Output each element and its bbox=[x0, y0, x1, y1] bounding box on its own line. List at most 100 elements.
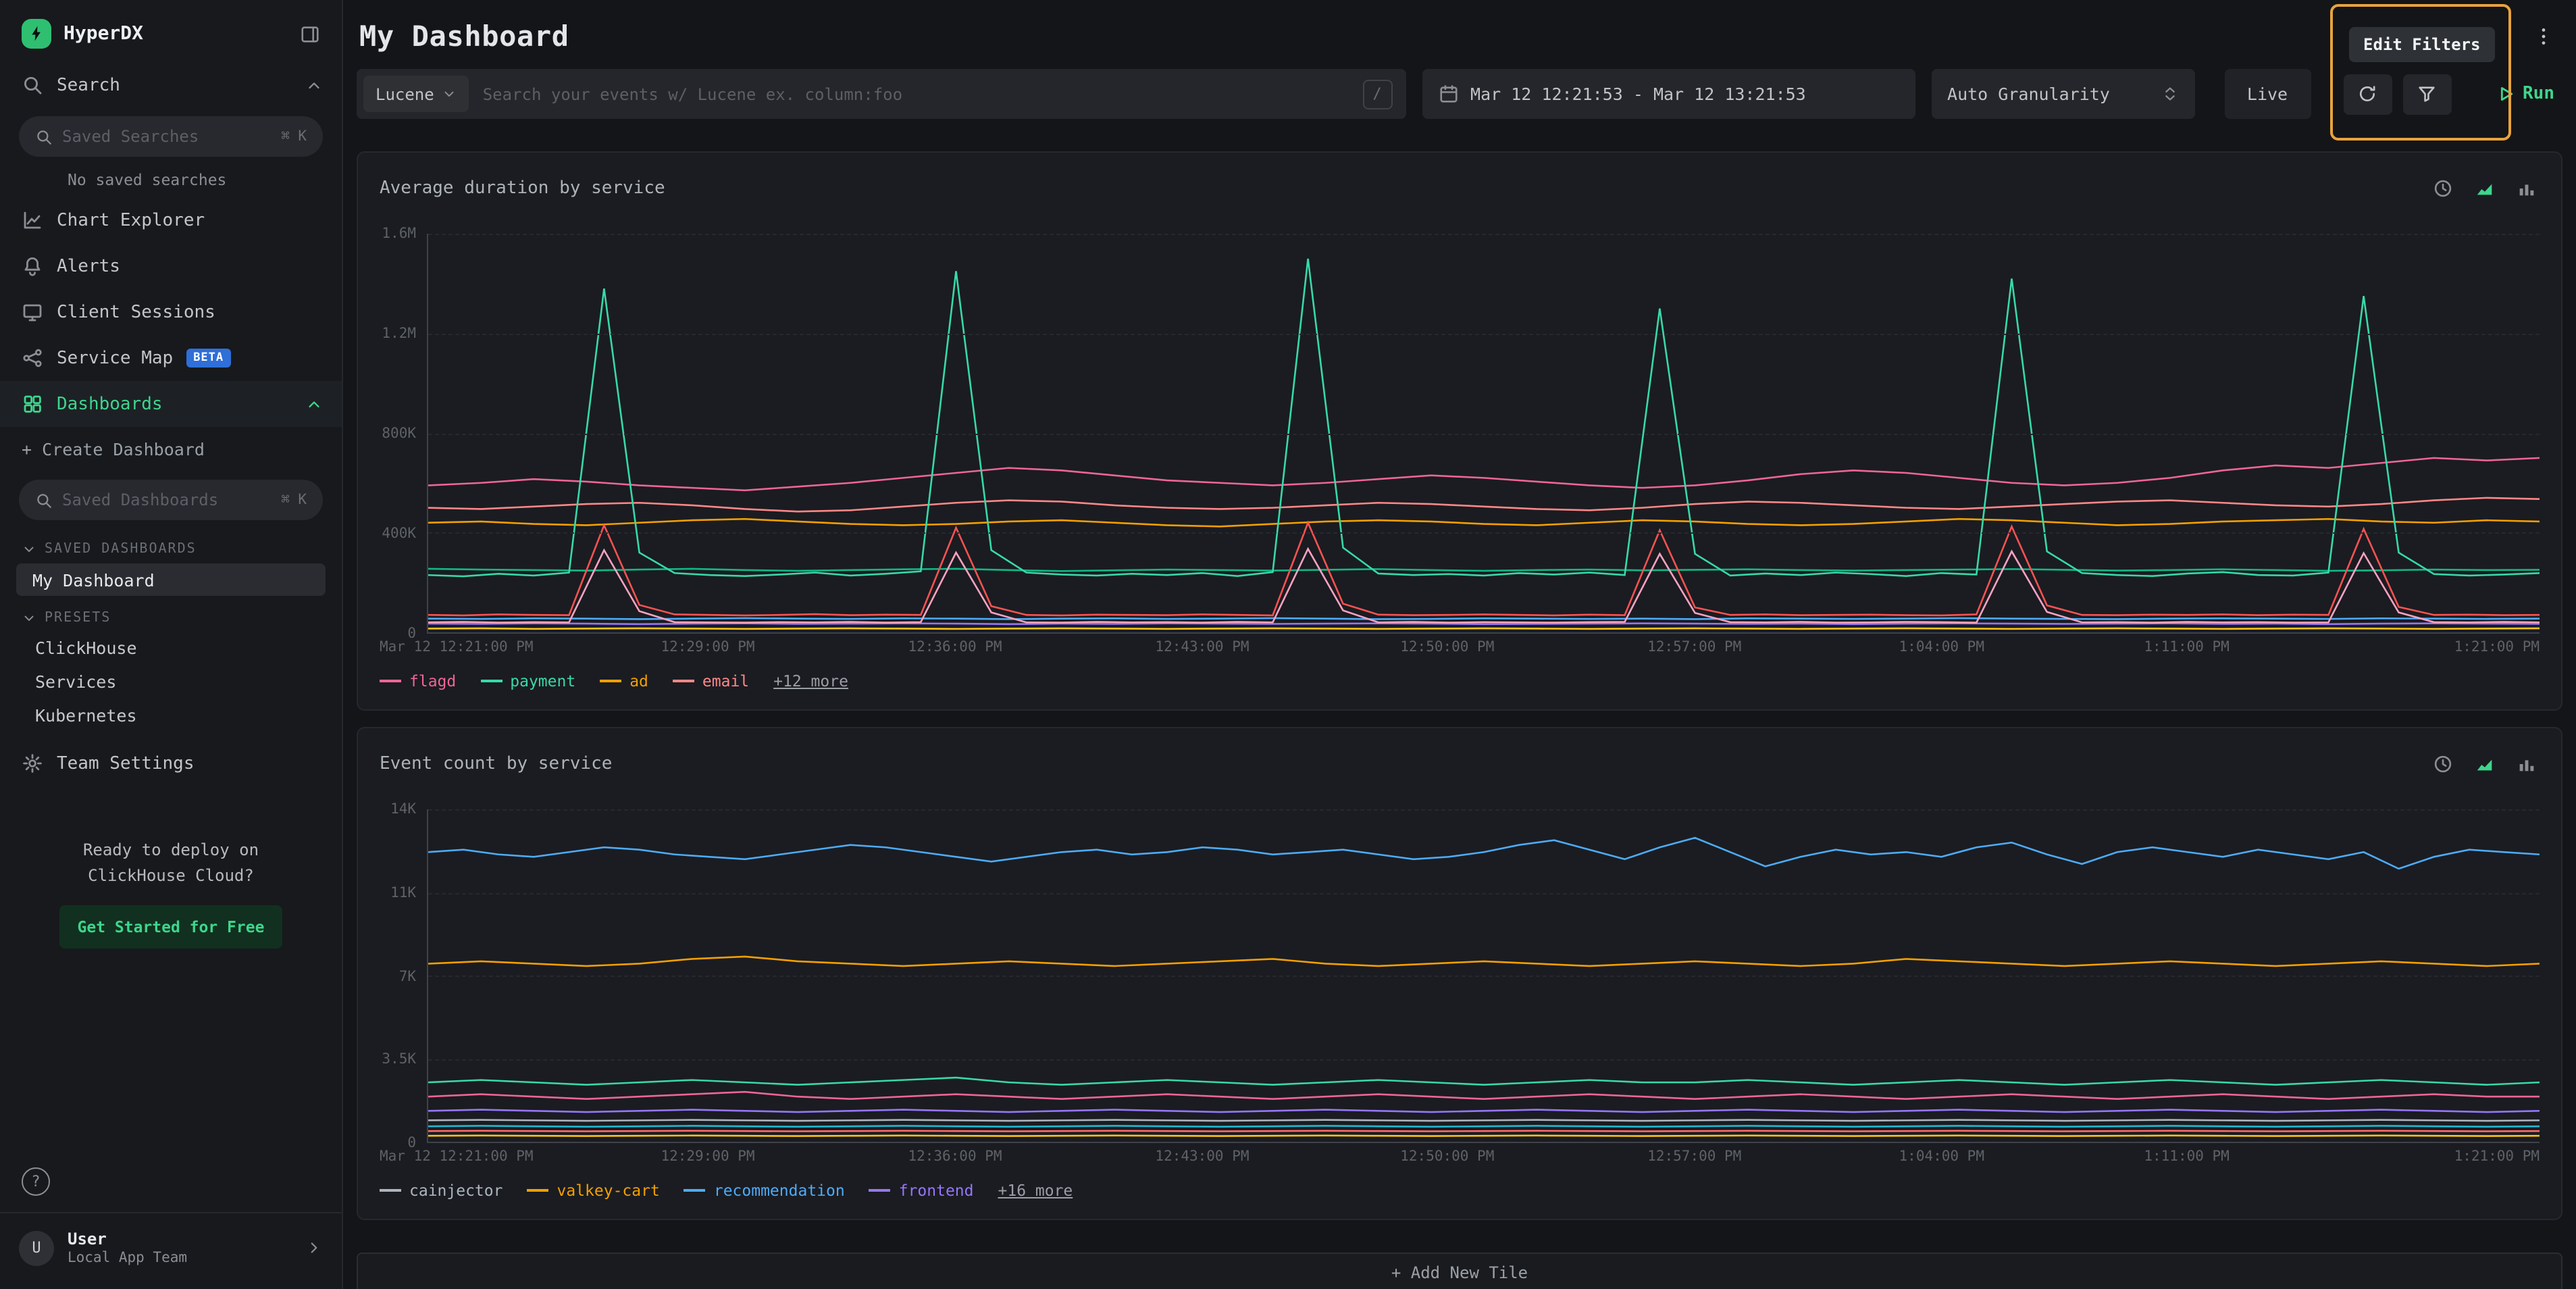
series-line-valkey-cart bbox=[428, 957, 2540, 966]
chevron-down-icon bbox=[22, 542, 36, 557]
sidebar-item-chart-explorer[interactable]: Chart Explorer bbox=[0, 197, 342, 243]
sidebar-item-clickhouse[interactable]: ClickHouse bbox=[0, 631, 342, 665]
page-title: My Dashboard bbox=[359, 20, 569, 53]
sidebar-item-team-settings[interactable]: Team Settings bbox=[0, 740, 342, 786]
sidebar-item-client-sessions[interactable]: Client Sessions bbox=[0, 289, 342, 335]
sidebar-collapse-button[interactable] bbox=[297, 21, 323, 47]
x-tick-label: 12:29:00 PM bbox=[661, 639, 754, 655]
saved-searches-placeholder: Saved Searches bbox=[62, 127, 272, 146]
x-axis: Mar 12 12:21:00 PM12:29:00 PM12:36:00 PM… bbox=[427, 639, 2540, 661]
language-label: Lucene bbox=[376, 84, 434, 103]
x-tick-label: 12:36:00 PM bbox=[908, 1148, 1002, 1165]
legend-swatch bbox=[380, 1189, 401, 1192]
sidebar-item-service-map[interactable]: Service Map BETA bbox=[0, 335, 342, 381]
legend-more-link[interactable]: +12 more bbox=[773, 672, 848, 690]
sidebar-item-search[interactable]: Search bbox=[0, 62, 342, 108]
y-tick-label: 400K bbox=[382, 526, 416, 542]
legend-item-email[interactable]: email bbox=[673, 672, 749, 690]
series-line-ad bbox=[428, 519, 2540, 526]
query-input[interactable]: Lucene Search your events w/ Lucene ex. … bbox=[357, 69, 1406, 119]
query-placeholder: Search your events w/ Lucene ex. column:… bbox=[483, 84, 1349, 103]
chart-explorer-icon bbox=[22, 209, 43, 231]
x-tick-label: Mar 12 12:21:00 PM bbox=[380, 639, 534, 655]
sidebar-item-alerts[interactable]: Alerts bbox=[0, 243, 342, 289]
legend-item-flagd[interactable]: flagd bbox=[380, 672, 456, 690]
tooltip-text: Edit Filters bbox=[2363, 34, 2480, 53]
user-team: Local App Team bbox=[68, 1250, 292, 1267]
bar-chart-toggle-button[interactable] bbox=[2514, 751, 2540, 776]
create-dashboard-button[interactable]: + Create Dashboard bbox=[0, 427, 342, 472]
legend-swatch bbox=[480, 680, 502, 682]
more-menu-button[interactable] bbox=[2527, 20, 2560, 53]
chart-plot-area[interactable] bbox=[427, 234, 2540, 634]
sidebar-item-label: Chart Explorer bbox=[57, 210, 205, 230]
x-tick-label: Mar 12 12:21:00 PM bbox=[380, 1148, 534, 1165]
legend-swatch bbox=[673, 680, 694, 682]
legend-item-payment[interactable]: payment bbox=[480, 672, 575, 690]
legend-item-recommendation[interactable]: recommendation bbox=[684, 1181, 845, 1200]
saved-dashboards-placeholder: Saved Dashboards bbox=[62, 490, 272, 509]
legend-more-link[interactable]: +16 more bbox=[998, 1181, 1073, 1200]
legend-item-ad[interactable]: ad bbox=[600, 672, 648, 690]
time-settings-button[interactable] bbox=[2430, 751, 2456, 776]
legend-item-valkey-cart[interactable]: valkey-cart bbox=[527, 1181, 660, 1200]
line-chart-toggle-button[interactable] bbox=[2472, 751, 2498, 776]
plot-wrapper: 1.6M1.2M800K400K0 bbox=[427, 234, 2540, 634]
date-range-picker[interactable]: Mar 12 12:21:53 - Mar 12 13:21:53 bbox=[1422, 69, 1915, 119]
shortcut-hint: ⌘ K bbox=[281, 128, 307, 145]
saved-dashboards-input[interactable]: Saved Dashboards ⌘ K bbox=[19, 480, 323, 520]
sidebar-collapse-icon bbox=[300, 24, 320, 44]
sidebar-item-kubernetes[interactable]: Kubernetes bbox=[0, 699, 342, 732]
slash-shortcut-hint: / bbox=[1362, 79, 1392, 109]
sidebar-item-label: Dashboards bbox=[57, 394, 163, 414]
granularity-select[interactable]: Auto Granularity bbox=[1931, 69, 2194, 119]
saved-dashboards-section-header[interactable]: SAVED DASHBOARDS bbox=[0, 528, 342, 562]
chart-canvas bbox=[428, 809, 2540, 1142]
help-button[interactable]: ? bbox=[22, 1167, 50, 1196]
live-button[interactable]: Live bbox=[2224, 69, 2311, 119]
legend-item-cainjector[interactable]: cainjector bbox=[380, 1181, 503, 1200]
service-map-icon bbox=[22, 347, 43, 369]
series-line-other-6 bbox=[428, 549, 2540, 622]
x-tick-label: 12:43:00 PM bbox=[1155, 1148, 1249, 1165]
series-line-other-2 bbox=[428, 618, 2540, 619]
series-line-recommendation bbox=[428, 838, 2540, 869]
panel-header: Event count by service bbox=[380, 747, 2540, 780]
time-settings-button[interactable] bbox=[2430, 175, 2456, 201]
legend-swatch bbox=[600, 680, 621, 682]
y-tick-label: 11K bbox=[390, 885, 416, 901]
run-label: Run bbox=[2523, 84, 2554, 104]
edit-filters-button[interactable] bbox=[2402, 74, 2451, 114]
y-tick-label: 14K bbox=[390, 801, 416, 817]
run-button[interactable]: Run bbox=[2486, 78, 2562, 109]
bar-chart-icon bbox=[2517, 753, 2537, 774]
filter-icon bbox=[2417, 84, 2437, 104]
x-tick-label: 1:04:00 PM bbox=[1899, 639, 1984, 655]
bar-chart-toggle-button[interactable] bbox=[2514, 175, 2540, 201]
chart-plot-area[interactable] bbox=[427, 809, 2540, 1143]
main-content: My Dashboard Lucene Search your events w… bbox=[343, 0, 2576, 1289]
user-name: User bbox=[68, 1230, 292, 1250]
legend-item-frontend[interactable]: frontend bbox=[869, 1181, 974, 1200]
sidebar: HyperDX Search Saved Searches ⌘ K No sav… bbox=[0, 0, 343, 1289]
sidebar-item-label: Alerts bbox=[57, 256, 120, 276]
language-select[interactable]: Lucene bbox=[363, 76, 469, 112]
logo-row: HyperDX bbox=[0, 0, 342, 62]
sidebar-item-dashboards[interactable]: Dashboards bbox=[0, 381, 342, 427]
beta-badge: BETA bbox=[186, 349, 230, 368]
sidebar-item-services[interactable]: Services bbox=[0, 665, 342, 699]
presets-section-header[interactable]: PRESETS bbox=[0, 597, 342, 631]
refresh-icon bbox=[2357, 84, 2377, 104]
line-chart-toggle-button[interactable] bbox=[2472, 175, 2498, 201]
x-tick-label: 12:29:00 PM bbox=[661, 1148, 754, 1165]
refresh-button[interactable] bbox=[2343, 74, 2392, 114]
add-new-tile-button[interactable]: + Add New Tile bbox=[357, 1253, 2562, 1289]
legend-label: valkey-cart bbox=[557, 1181, 660, 1200]
sidebar-item-my-dashboard[interactable]: My Dashboard bbox=[16, 563, 326, 596]
get-started-button[interactable]: Get Started for Free bbox=[60, 905, 282, 949]
cloud-promo-text: Ready to deploy on ClickHouse Cloud? bbox=[0, 838, 342, 888]
edit-filters-tooltip: Edit Filters bbox=[2348, 26, 2495, 61]
saved-searches-input[interactable]: Saved Searches ⌘ K bbox=[19, 116, 323, 157]
user-menu[interactable]: U User Local App Team bbox=[0, 1212, 342, 1289]
x-tick-label: 1:04:00 PM bbox=[1899, 1148, 1984, 1165]
